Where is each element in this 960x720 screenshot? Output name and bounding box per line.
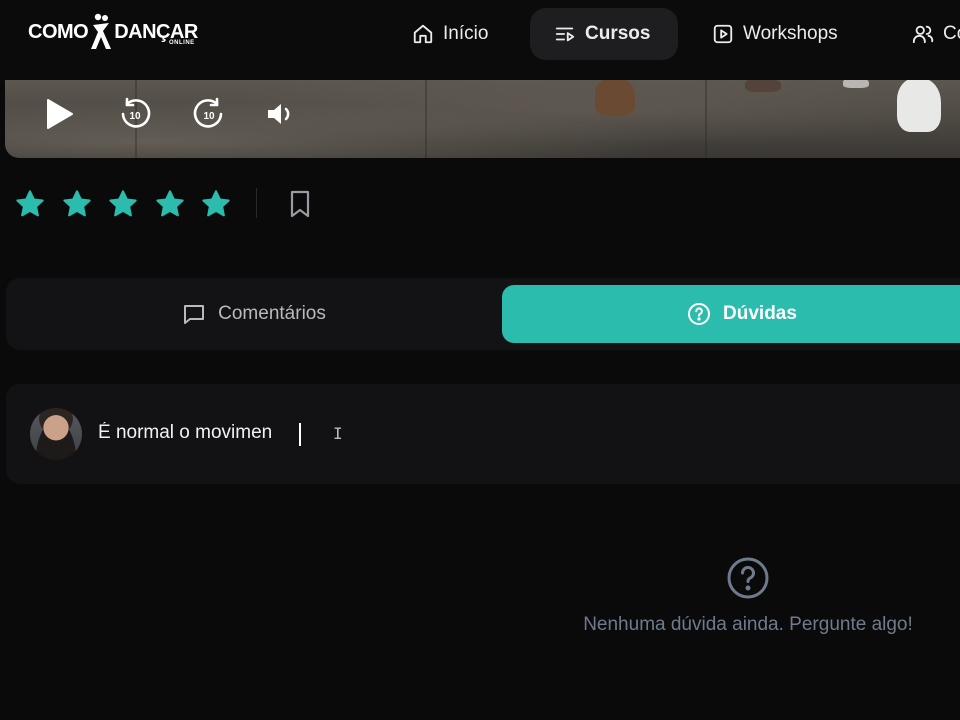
- volume-button[interactable]: [263, 96, 299, 132]
- rewind-10-icon: 10: [121, 97, 151, 128]
- empty-state-message: Nenhuma dúvida ainda. Pergunte algo!: [583, 614, 913, 635]
- forward-10-button[interactable]: 10: [188, 94, 230, 134]
- divider: [256, 188, 257, 218]
- star-icon[interactable]: [61, 188, 93, 220]
- shoe-image: [595, 78, 635, 116]
- volume-icon: [268, 104, 290, 124]
- star-icon[interactable]: [14, 188, 46, 220]
- discussion-tabs: Comentários Dúvidas: [6, 278, 960, 350]
- tab-comentarios[interactable]: Comentários: [6, 285, 502, 343]
- floor-tile-line: [425, 78, 427, 158]
- text-caret: [299, 423, 301, 446]
- bookmark-icon: [290, 190, 310, 218]
- floor-tile-line: [705, 78, 707, 158]
- nav-item-label: Co: [943, 23, 960, 44]
- question-circle-icon: [727, 557, 769, 599]
- nav-item-workshops[interactable]: Workshops: [712, 8, 872, 60]
- question-circle-icon: [688, 303, 711, 325]
- tab-label: Comentários: [218, 303, 326, 324]
- tab-label: Dúvidas: [723, 303, 797, 324]
- tab-duvidas[interactable]: Dúvidas: [502, 285, 960, 343]
- text-cursor-icon: Ι: [333, 424, 343, 443]
- rewind-label: 10: [129, 111, 141, 122]
- star-icon[interactable]: [154, 188, 186, 220]
- video-player[interactable]: 10 10: [5, 78, 960, 158]
- shoe-image: [745, 78, 781, 92]
- nav-item-label: Início: [443, 23, 489, 44]
- video-play-icon: [713, 24, 733, 44]
- comment-icon: [184, 305, 205, 324]
- question-composer: [6, 384, 960, 484]
- play-icon: [47, 99, 73, 129]
- nav-item-inicio[interactable]: Início: [412, 8, 510, 60]
- forward-label: 10: [203, 111, 215, 122]
- shoe-image: [897, 78, 941, 132]
- user-avatar: [30, 408, 82, 460]
- question-input[interactable]: [98, 416, 698, 450]
- nav-item-comunidade[interactable]: Co: [912, 8, 960, 60]
- course-list-icon: [555, 27, 575, 42]
- play-button[interactable]: [41, 96, 77, 132]
- dancer-logo-icon: [91, 13, 112, 49]
- forward-10-icon: 10: [193, 97, 223, 128]
- users-icon: [912, 25, 934, 44]
- nav-item-label: Cursos: [585, 23, 651, 44]
- top-navigation: COMO DANÇAR ONLINE Início Cursos Worksho…: [0, 0, 960, 80]
- logo-subtext: ONLINE: [169, 40, 195, 46]
- star-icon[interactable]: [107, 188, 139, 220]
- bookmark-button[interactable]: [287, 189, 313, 219]
- rewind-10-button[interactable]: 10: [114, 94, 156, 134]
- nav-item-label: Workshops: [743, 23, 838, 44]
- star-icon[interactable]: [200, 188, 232, 220]
- home-icon: [413, 24, 433, 44]
- logo-text-left: COMO: [28, 20, 89, 43]
- star-rating[interactable]: [14, 186, 247, 222]
- site-logo[interactable]: COMO DANÇAR ONLINE: [28, 12, 198, 52]
- nav-item-cursos[interactable]: Cursos: [530, 8, 678, 60]
